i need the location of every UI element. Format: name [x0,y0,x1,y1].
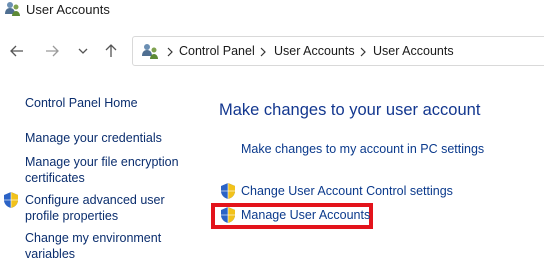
address-bar[interactable]: Control Panel User Accounts User Account… [132,36,544,66]
breadcrumb-user-accounts[interactable]: User Accounts [274,44,355,58]
breadcrumb-separator-icon [166,45,174,57]
sidebar-item-label: certificates [25,171,85,185]
uac-shield-icon [4,192,18,208]
uac-settings-link[interactable]: Change User Account Control settings [241,184,453,198]
sidebar-item-label: Configure advanced user [25,193,165,207]
manage-user-accounts-link[interactable]: Manage User Accounts [241,208,370,222]
user-accounts-icon [5,1,21,17]
sidebar-item-manage-credentials[interactable]: Manage your credentials [25,130,162,146]
sidebar-item-label: Change my environment [25,231,162,245]
back-arrow-icon[interactable] [7,41,27,61]
sidebar-item-label: Manage your file encryption [25,155,179,169]
chevron-down-icon[interactable] [73,41,93,61]
sidebar-item-label: profile properties [25,209,119,223]
breadcrumb-control-panel[interactable]: Control Panel [179,44,255,58]
pc-settings-link[interactable]: Make changes to my account in PC setting… [241,142,484,156]
window-title: User Accounts [26,2,110,17]
up-arrow-icon[interactable] [101,41,121,61]
uac-shield-icon [221,183,235,199]
breadcrumb-separator-icon [359,45,367,57]
sidebar-item-environment-variables[interactable]: Change my environment variables [25,230,161,262]
forward-arrow-icon[interactable] [42,41,62,61]
breadcrumb-user-accounts-current[interactable]: User Accounts [373,44,454,58]
page-title: Make changes to your user account [219,101,481,119]
sidebar-control-panel-home[interactable]: Control Panel Home [25,95,138,111]
uac-shield-icon [221,207,235,223]
breadcrumb-separator-icon [259,45,267,57]
sidebar-item-advanced-profile[interactable]: Configure advanced user profile properti… [25,192,165,224]
control-panel-icon [142,43,159,60]
sidebar-item-file-encryption[interactable]: Manage your file encryption certificates [25,154,179,186]
